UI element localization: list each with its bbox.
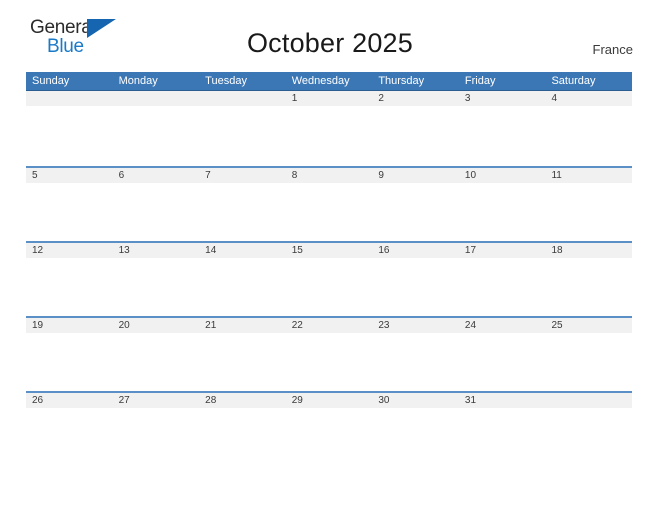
day-note-cell[interactable]: [545, 408, 632, 466]
day-note-cell[interactable]: [372, 183, 459, 241]
day-note-cell[interactable]: [545, 333, 632, 391]
calendar-week-row: 19 20 21 22 23 24 25: [26, 316, 632, 391]
day-number-cell[interactable]: 8: [286, 168, 373, 183]
day-number-cell[interactable]: 6: [113, 168, 200, 183]
week-day-number-band: 12 13 14 15 16 17 18: [26, 243, 632, 258]
calendar-grid: Sunday Monday Tuesday Wednesday Thursday…: [26, 72, 632, 466]
day-number-cell[interactable]: 2: [372, 91, 459, 106]
week-day-number-band: 5 6 7 8 9 10 11: [26, 168, 632, 183]
day-note-cell[interactable]: [286, 408, 373, 466]
day-number-cell[interactable]: 10: [459, 168, 546, 183]
day-number-cell[interactable]: 3: [459, 91, 546, 106]
day-number-cell[interactable]: 22: [286, 318, 373, 333]
day-number-cell[interactable]: 12: [26, 243, 113, 258]
calendar-week-row: 5 6 7 8 9 10 11: [26, 166, 632, 241]
weekday-header-saturday: Saturday: [551, 75, 596, 87]
calendar-week-row: 1 2 3 4: [26, 91, 632, 166]
day-number-cell[interactable]: 27: [113, 393, 200, 408]
region-label: France: [592, 42, 633, 57]
day-number-cell[interactable]: 28: [199, 393, 286, 408]
weekday-header-wednesday: Wednesday: [291, 75, 350, 87]
day-number-cell[interactable]: 24: [459, 318, 546, 333]
day-note-cell[interactable]: [26, 333, 113, 391]
day-number-cell[interactable]: 7: [199, 168, 286, 183]
day-note-cell[interactable]: [459, 183, 546, 241]
day-number-cell[interactable]: 23: [372, 318, 459, 333]
day-number-cell[interactable]: 17: [459, 243, 546, 258]
day-note-cell[interactable]: [26, 183, 113, 241]
day-note-cell[interactable]: [459, 333, 546, 391]
day-note-cell[interactable]: [286, 183, 373, 241]
day-note-cell[interactable]: [26, 106, 113, 164]
day-number-cell[interactable]: 16: [372, 243, 459, 258]
day-note-cell[interactable]: [372, 258, 459, 316]
day-number-cell[interactable]: 4: [545, 91, 632, 106]
day-note-cell[interactable]: [113, 333, 200, 391]
page-title: October 2025: [246, 28, 413, 58]
calendar-week-row: 12 13 14 15 16 17 18: [26, 241, 632, 316]
day-note-cell[interactable]: [199, 408, 286, 466]
page-header: General Blue October 2025 France: [0, 0, 660, 58]
weekday-header-monday: Monday: [118, 75, 158, 87]
day-note-cell[interactable]: [372, 106, 459, 164]
day-note-cell[interactable]: [286, 333, 373, 391]
week-day-number-band: 1 2 3 4: [26, 91, 632, 106]
day-note-cell[interactable]: [545, 106, 632, 164]
week-note-area: [26, 333, 632, 391]
day-note-cell[interactable]: [286, 258, 373, 316]
day-number-cell[interactable]: 15: [286, 243, 373, 258]
week-note-area: [26, 183, 632, 241]
week-note-area: [26, 258, 632, 316]
day-number-cell[interactable]: 5: [26, 168, 113, 183]
day-number-cell[interactable]: 20: [113, 318, 200, 333]
day-number-cell[interactable]: 13: [113, 243, 200, 258]
day-number-cell[interactable]: 18: [545, 243, 632, 258]
day-note-cell[interactable]: [199, 258, 286, 316]
week-note-area: [26, 408, 632, 466]
day-note-cell[interactable]: [459, 408, 546, 466]
calendar-page: General Blue October 2025 France Sunday …: [0, 0, 660, 510]
day-note-cell[interactable]: [199, 333, 286, 391]
day-note-cell[interactable]: [286, 106, 373, 164]
day-note-cell[interactable]: [26, 258, 113, 316]
day-note-cell[interactable]: [113, 258, 200, 316]
day-note-cell[interactable]: [199, 183, 286, 241]
day-number-cell[interactable]: 31: [459, 393, 546, 408]
day-note-cell[interactable]: [113, 106, 200, 164]
day-note-cell[interactable]: [545, 183, 632, 241]
day-note-cell[interactable]: [459, 106, 546, 164]
weekday-header-row: Sunday Monday Tuesday Wednesday Thursday…: [26, 72, 632, 91]
day-number-cell[interactable]: 9: [372, 168, 459, 183]
day-number-cell[interactable]: 29: [286, 393, 373, 408]
weekday-header-thursday: Thursday: [378, 75, 425, 87]
day-number-cell[interactable]: 25: [545, 318, 632, 333]
day-note-cell[interactable]: [113, 408, 200, 466]
week-day-number-band: 26 27 28 29 30 31: [26, 393, 632, 408]
day-note-cell[interactable]: [545, 258, 632, 316]
day-note-cell[interactable]: [372, 408, 459, 466]
day-number-cell[interactable]: 11: [545, 168, 632, 183]
day-note-cell[interactable]: [113, 183, 200, 241]
day-number-cell[interactable]: 30: [372, 393, 459, 408]
day-number-cell[interactable]: 21: [199, 318, 286, 333]
day-note-cell[interactable]: [199, 106, 286, 164]
weekday-header-tuesday: Tuesday: [205, 75, 247, 87]
day-number-cell[interactable]: 19: [26, 318, 113, 333]
day-note-cell[interactable]: [26, 408, 113, 466]
day-number-cell[interactable]: 14: [199, 243, 286, 258]
day-number-cell[interactable]: 1: [286, 91, 373, 106]
weekday-header-sunday: Sunday: [32, 75, 70, 87]
day-note-cell[interactable]: [459, 258, 546, 316]
week-day-number-band: 19 20 21 22 23 24 25: [26, 318, 632, 333]
day-number-cell[interactable]: 26: [26, 393, 113, 408]
day-note-cell[interactable]: [372, 333, 459, 391]
week-note-area: [26, 106, 632, 164]
calendar-week-row: 26 27 28 29 30 31: [26, 391, 632, 466]
weekday-header-friday: Friday: [464, 75, 496, 87]
